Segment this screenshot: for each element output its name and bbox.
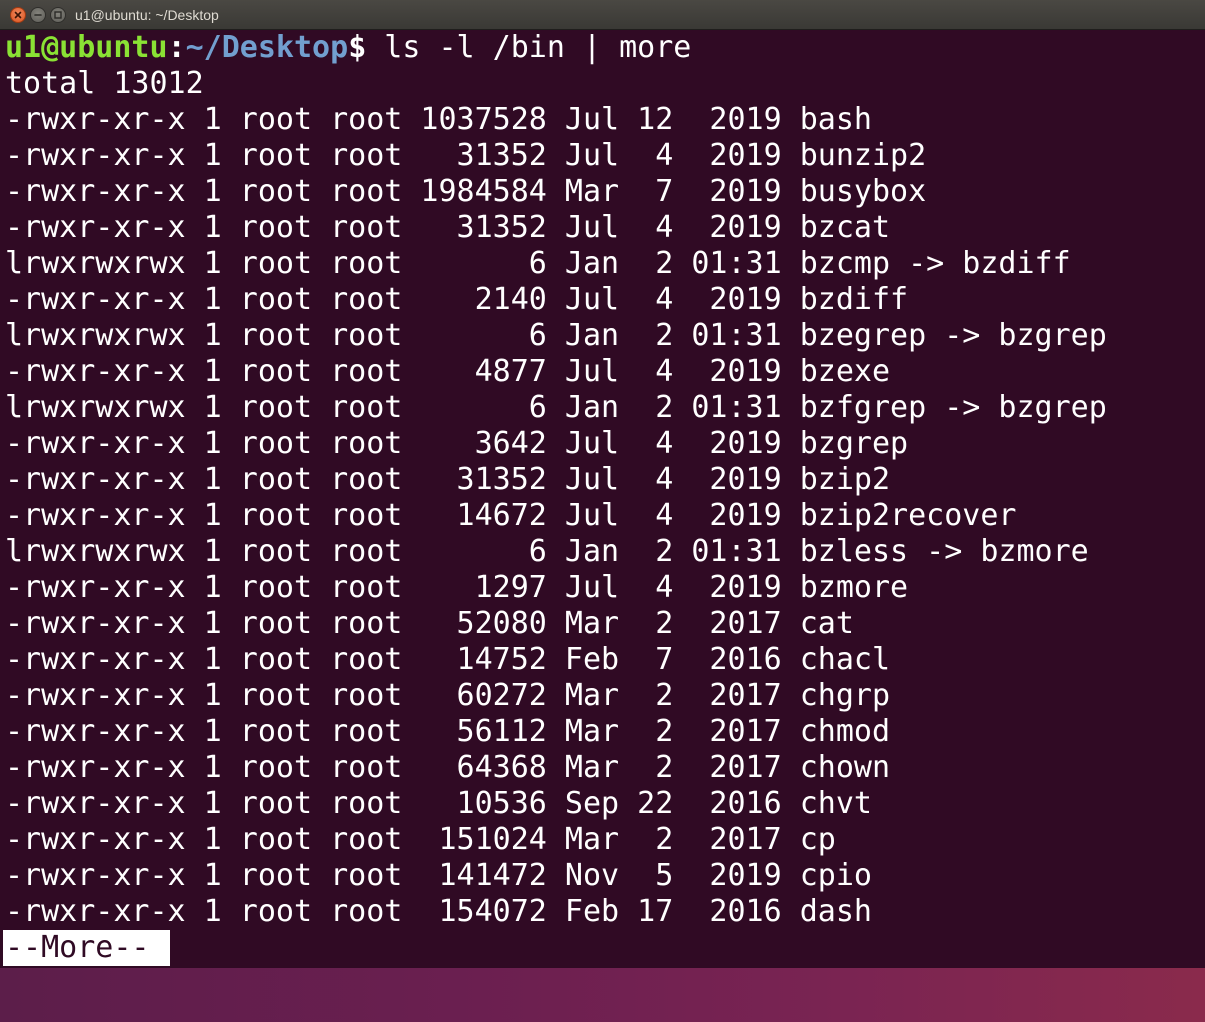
maximize-button[interactable]	[50, 7, 66, 23]
close-icon	[14, 11, 22, 19]
listing-row: -rwxr-xr-x 1 root root 1037528 Jul 12 20…	[5, 102, 872, 137]
desktop-background	[0, 968, 1205, 1022]
listing-row: -rwxr-xr-x 1 root root 31352 Jul 4 2019 …	[5, 210, 891, 245]
window-title: u1@ubuntu: ~/Desktop	[75, 7, 219, 23]
listing-row: -rwxr-xr-x 1 root root 14752 Feb 7 2016 …	[5, 642, 891, 677]
more-indicator: --More--	[3, 930, 170, 966]
minimize-button[interactable]	[30, 7, 46, 23]
listing-row: lrwxrwxrwx 1 root root 6 Jan 2 01:31 bzc…	[5, 246, 1071, 281]
terminal-output[interactable]: u1@ubuntu:~/Desktop$ ls -l /bin | more t…	[0, 30, 1205, 968]
listing-row: -rwxr-xr-x 1 root root 31352 Jul 4 2019 …	[5, 138, 927, 173]
total-line: total 13012	[5, 66, 204, 101]
minimize-icon	[34, 14, 42, 16]
prompt-path: ~/Desktop	[185, 30, 349, 65]
listing-row: -rwxr-xr-x 1 root root 1297 Jul 4 2019 b…	[5, 570, 909, 605]
listing-row: lrwxrwxrwx 1 root root 6 Jan 2 01:31 bze…	[5, 318, 1107, 353]
listing-row: -rwxr-xr-x 1 root root 141472 Nov 5 2019…	[5, 858, 872, 893]
listing-row: -rwxr-xr-x 1 root root 56112 Mar 2 2017 …	[5, 714, 891, 749]
listing-row: -rwxr-xr-x 1 root root 31352 Jul 4 2019 …	[5, 462, 891, 497]
listing-row: -rwxr-xr-x 1 root root 3642 Jul 4 2019 b…	[5, 426, 909, 461]
listing-row: -rwxr-xr-x 1 root root 2140 Jul 4 2019 b…	[5, 282, 909, 317]
prompt-separator: :	[167, 30, 186, 65]
listing-row: -rwxr-xr-x 1 root root 60272 Mar 2 2017 …	[5, 678, 891, 713]
command-text: ls -l /bin | more	[366, 30, 692, 65]
listing-row: -rwxr-xr-x 1 root root 52080 Mar 2 2017 …	[5, 606, 854, 641]
maximize-icon	[54, 11, 62, 19]
command-line: u1@ubuntu:~/Desktop$ ls -l /bin | more	[5, 30, 691, 66]
title-bar[interactable]: u1@ubuntu: ~/Desktop	[0, 0, 1205, 30]
listing-row: -rwxr-xr-x 1 root root 4877 Jul 4 2019 b…	[5, 354, 891, 389]
prompt-user-host: u1@ubuntu	[5, 30, 168, 65]
close-button[interactable]	[10, 7, 26, 23]
listing-row: lrwxrwxrwx 1 root root 6 Jan 2 01:31 bzf…	[5, 390, 1107, 425]
listing-row: lrwxrwxrwx 1 root root 6 Jan 2 01:31 bzl…	[5, 534, 1089, 569]
listing-row: -rwxr-xr-x 1 root root 154072 Feb 17 201…	[5, 894, 872, 929]
listing-row: -rwxr-xr-x 1 root root 151024 Mar 2 2017…	[5, 822, 836, 857]
listing-row: -rwxr-xr-x 1 root root 10536 Sep 22 2016…	[5, 786, 872, 821]
listing-row: -rwxr-xr-x 1 root root 1984584 Mar 7 201…	[5, 174, 927, 209]
listing-row: -rwxr-xr-x 1 root root 64368 Mar 2 2017 …	[5, 750, 891, 785]
prompt-symbol: $	[348, 30, 367, 65]
listing-row: -rwxr-xr-x 1 root root 14672 Jul 4 2019 …	[5, 498, 1017, 533]
terminal-window: u1@ubuntu: ~/Desktop u1@ubuntu:~/Desktop…	[0, 0, 1205, 968]
